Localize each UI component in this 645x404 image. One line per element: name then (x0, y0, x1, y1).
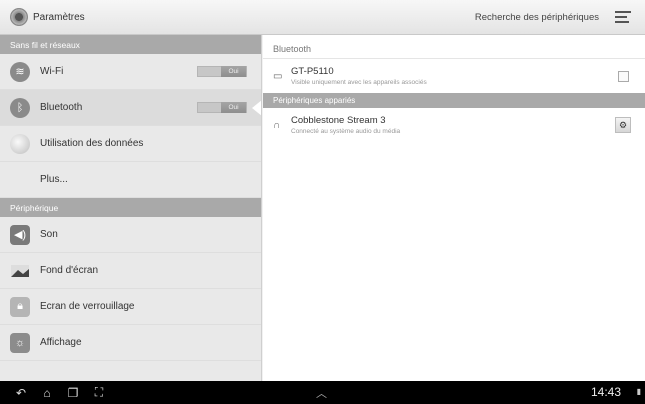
own-device-row[interactable]: ▭ GT-P5110 Visible uniquement avec les a… (263, 59, 645, 93)
settings-item-label: Wi-Fi (40, 66, 64, 77)
speaker-icon: ◀) (10, 224, 30, 245)
settings-item-sound[interactable]: ◀) Son (0, 217, 261, 253)
settings-icon[interactable] (10, 8, 28, 26)
bluetooth-icon: ᛒ (10, 97, 30, 118)
settings-item-lockscreen[interactable]: 🔒︎ Ecran de verrouillage (0, 289, 261, 325)
paired-devices-header: Périphériques appariés (263, 93, 645, 108)
display-icon: ☼ (10, 332, 30, 353)
settings-item-more[interactable]: Plus... (0, 162, 261, 198)
settings-item-bluetooth[interactable]: ᛒ Bluetooth Oui (0, 90, 261, 126)
tablet-icon: ▭ (273, 70, 283, 82)
action-bar: Paramètres Recherche des périphériques (0, 0, 645, 35)
clock: 14:43 (590, 385, 621, 399)
bluetooth-detail-pane: Bluetooth ▭ GT-P5110 Visible uniquement … (263, 35, 645, 381)
settings-item-label: Utilisation des données (40, 138, 144, 149)
scan-devices-button[interactable]: Recherche des périphériques (475, 12, 599, 23)
paired-device-row[interactable]: ∩ Cobblestone Stream 3 Connecté au systè… (263, 108, 645, 142)
recent-apps-icon[interactable]: ❐ (60, 386, 86, 400)
settings-item-label: Bluetooth (40, 102, 83, 113)
paired-device-status: Connecté au système audio du média (291, 128, 401, 135)
toggle-knob: Oui (221, 66, 246, 77)
settings-item-wallpaper[interactable]: Fond d'écran (0, 253, 261, 289)
toggle-knob: Oui (221, 102, 246, 113)
headphones-icon: ∩ (273, 119, 281, 131)
settings-item-label: Ecran de verrouillage (40, 301, 135, 312)
pane-header: Bluetooth (263, 35, 645, 59)
app-title: Paramètres (33, 11, 85, 23)
settings-item-wifi[interactable]: ≋ Wi-Fi Oui (0, 54, 261, 90)
wallpaper-icon (10, 261, 30, 281)
home-icon[interactable]: ⌂ (34, 386, 60, 400)
settings-item-display[interactable]: ☼ Affichage (0, 325, 261, 361)
settings-item-data-usage[interactable]: Utilisation des données (0, 126, 261, 162)
settings-item-label: Fond d'écran (40, 265, 99, 276)
overflow-menu-icon[interactable] (615, 11, 631, 23)
chevron-up-icon[interactable]: ︿ (316, 385, 327, 401)
screenshot-icon[interactable]: ⛶ (86, 385, 112, 400)
back-icon[interactable]: ↶ (8, 386, 34, 400)
wifi-toggle[interactable]: Oui (197, 66, 247, 77)
device-visibility: Visible uniquement avec les appareils as… (291, 79, 427, 86)
device-settings-gear-icon[interactable]: ⚙ (615, 117, 631, 133)
device-name: GT-P5110 (291, 66, 334, 77)
settings-item-label: Affichage (40, 337, 82, 348)
battery-icon: ▮ (636, 387, 641, 396)
visibility-checkbox[interactable] (618, 70, 629, 82)
settings-list: Sans fil et réseaux ≋ Wi-Fi Oui ᛒ Blueto… (0, 35, 262, 381)
data-usage-icon (10, 133, 30, 154)
paired-device-name: Cobblestone Stream 3 (291, 115, 386, 126)
settings-item-label: Son (40, 229, 58, 240)
wifi-icon: ≋ (10, 61, 30, 82)
bluetooth-toggle[interactable]: Oui (197, 102, 247, 113)
settings-item-label: Plus... (40, 174, 68, 185)
system-nav-bar: ↶ ⌂ ❐ ⛶ ︿ 14:43 ▮ (0, 381, 645, 404)
lock-icon: 🔒︎ (10, 296, 30, 317)
section-header-wireless: Sans fil et réseaux (0, 35, 261, 54)
section-header-device: Périphérique (0, 198, 261, 217)
